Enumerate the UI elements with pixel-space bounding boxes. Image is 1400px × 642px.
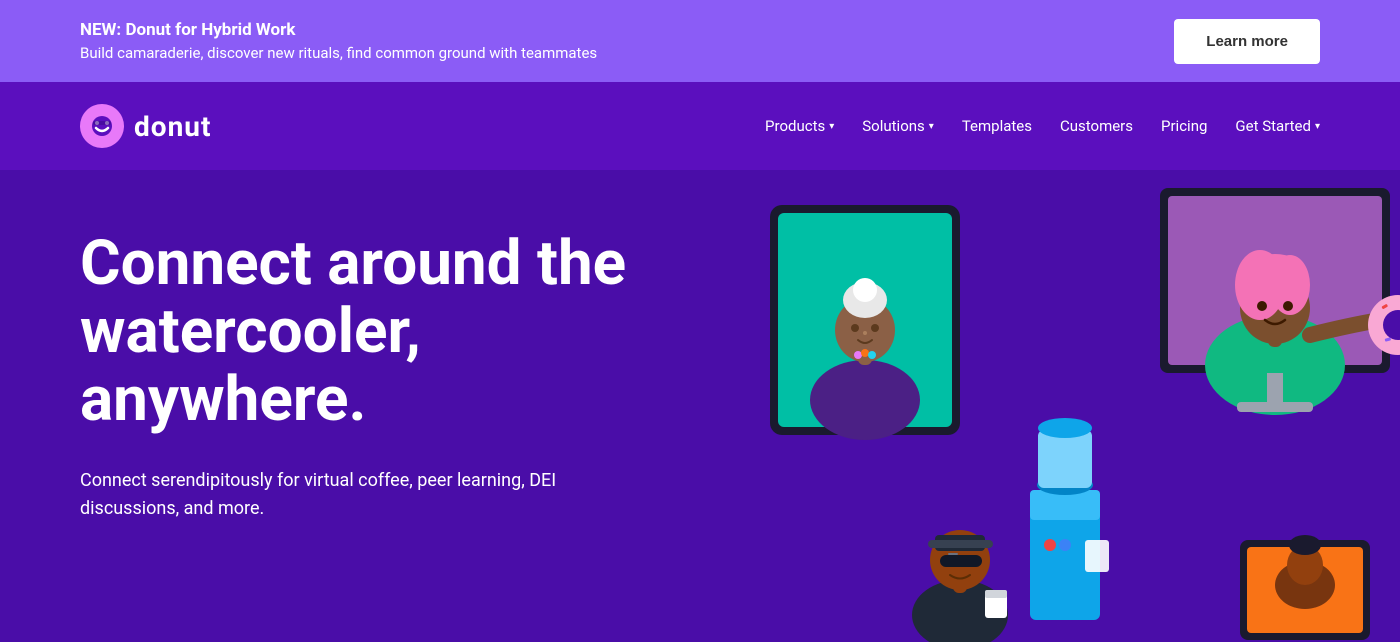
nav-pricing[interactable]: Pricing [1161,117,1207,135]
logo[interactable]: donut [80,104,211,148]
hero-section: Connect around the watercooler, anywhere… [0,170,1400,642]
nav-get-started[interactable]: Get Started ▾ [1235,117,1320,135]
chevron-down-icon: ▾ [1315,121,1320,132]
banner-subtitle: Build camaraderie, discover new rituals,… [80,44,597,62]
hero-title: Connect around the watercooler, anywhere… [80,230,640,435]
nav-products[interactable]: Products ▾ [765,117,834,135]
nav-customers[interactable]: Customers [1060,117,1133,135]
nav-solutions[interactable]: Solutions ▾ [862,117,934,135]
logo-text: donut [134,110,211,143]
hero-content: Connect around the watercooler, anywhere… [80,230,640,524]
banner-text: NEW: Donut for Hybrid Work Build camarad… [80,20,597,62]
banner-title: NEW: Donut for Hybrid Work [80,20,597,40]
chevron-down-icon: ▾ [929,121,934,132]
chevron-down-icon: ▾ [829,121,834,132]
nav-templates[interactable]: Templates [962,117,1032,135]
hero-subtitle: Connect serendipitously for virtual coff… [80,467,560,525]
main-navbar: donut Products ▾ Solutions ▾ Templates C… [0,82,1400,170]
nav-links: Products ▾ Solutions ▾ Templates Custome… [765,117,1320,135]
donut-logo-icon [80,104,124,148]
hero-svg-illustration: 💬 [680,170,1400,642]
hero-illustration: 💬 [680,170,1400,642]
learn-more-button[interactable]: Learn more [1174,19,1320,64]
announcement-banner: NEW: Donut for Hybrid Work Build camarad… [0,0,1400,82]
